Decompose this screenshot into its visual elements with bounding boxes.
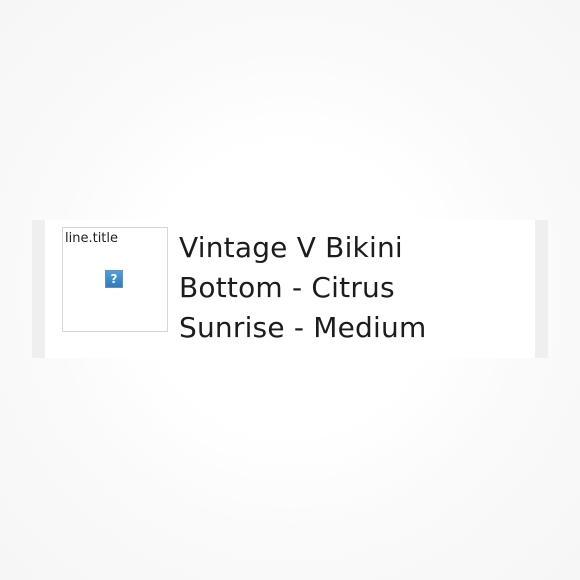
product-thumbnail: line.title ? (62, 227, 168, 332)
order-line-item: line.title ? Vintage V Bikini Bottom - C… (32, 220, 548, 358)
page: line.title ? Vintage V Bikini Bottom - C… (0, 0, 580, 580)
thumbnail-alt-text: line.title (65, 231, 119, 246)
product-title: Vintage V Bikini Bottom - Citrus Sunrise… (179, 231, 427, 344)
broken-image-icon: ? (105, 270, 123, 288)
order-line-content: line.title ? Vintage V Bikini Bottom - C… (45, 220, 535, 358)
